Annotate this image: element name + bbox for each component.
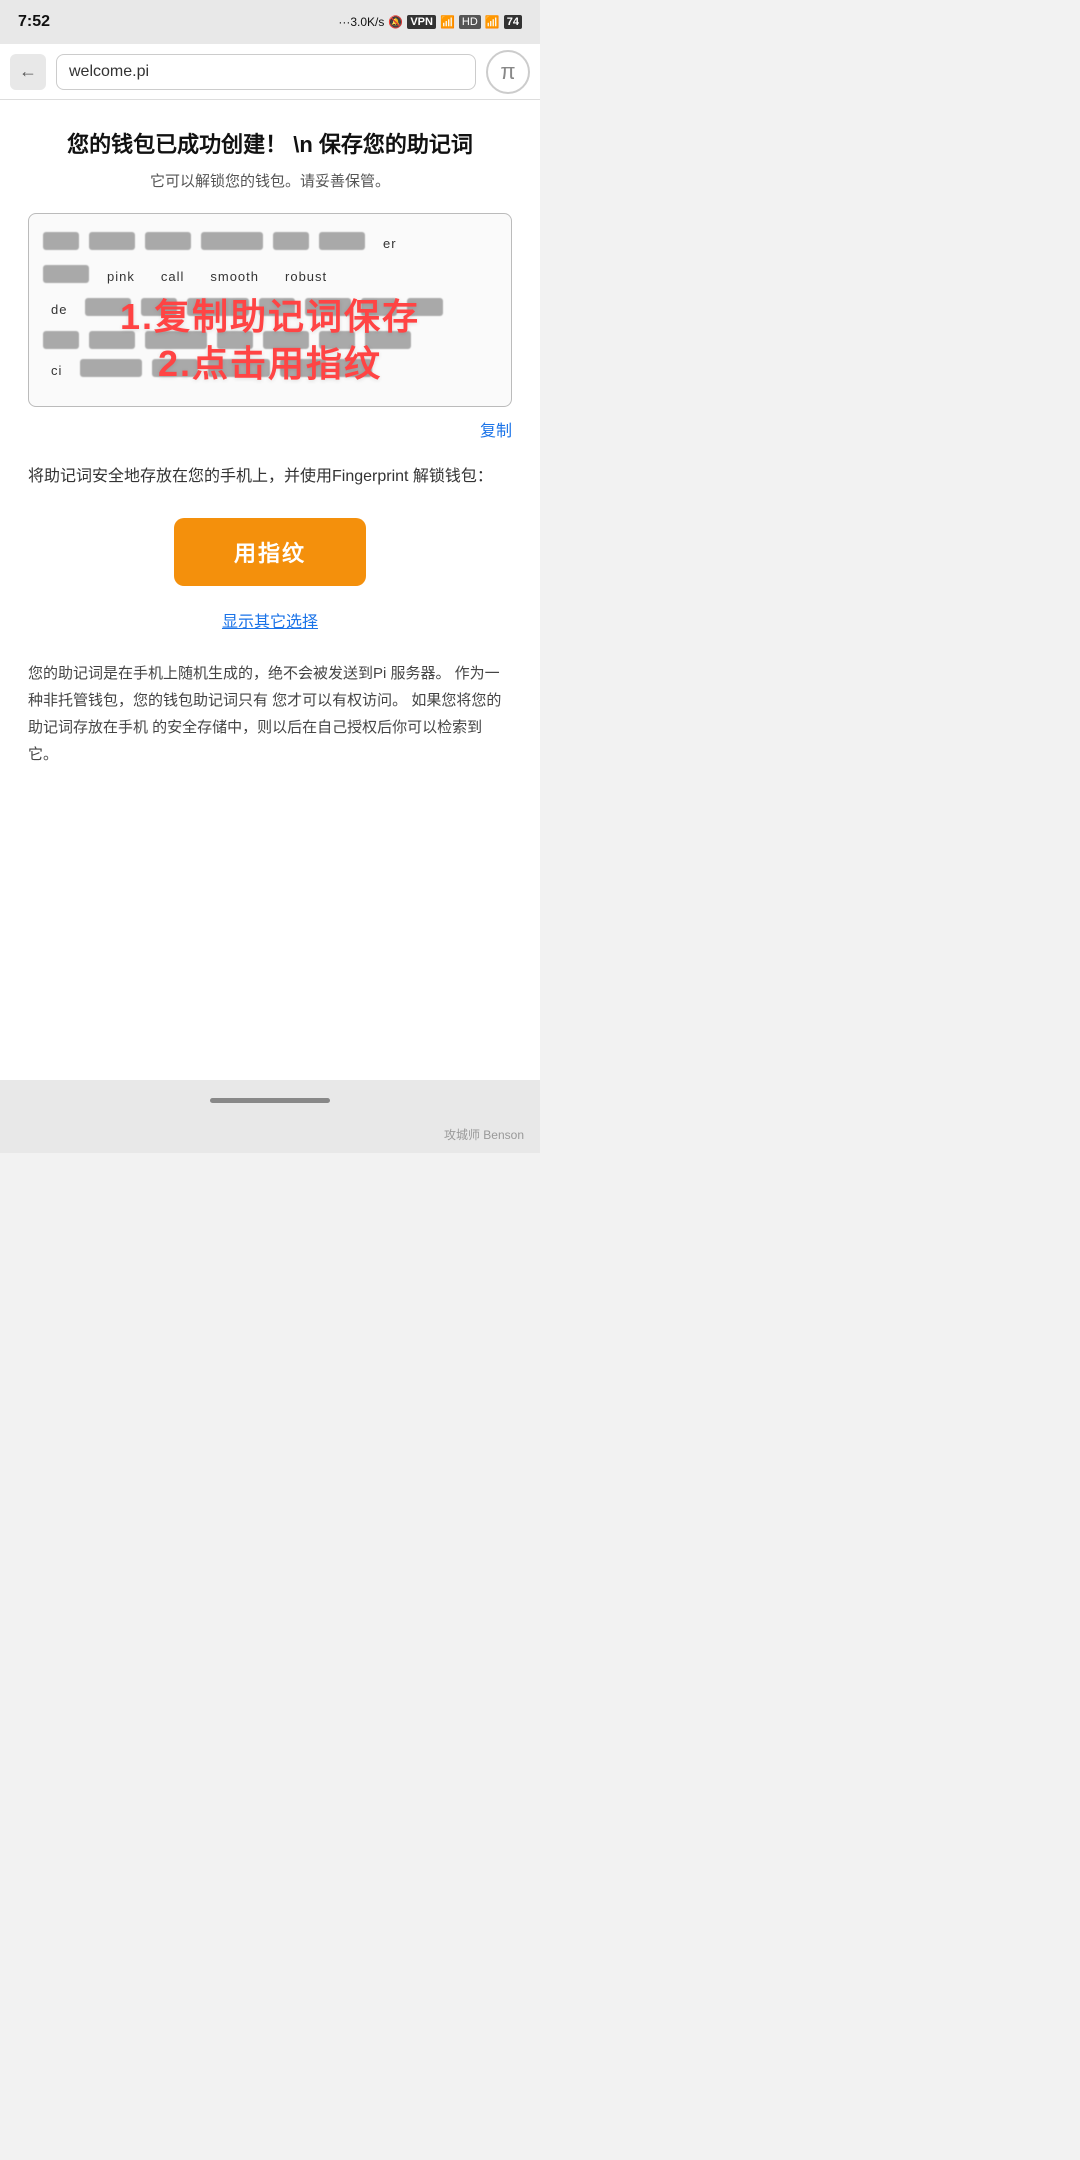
- mnemonic-blurred-17: [145, 331, 207, 349]
- mnemonic-blurred-8: [85, 298, 131, 316]
- mnemonic-blurred-20: [319, 331, 355, 349]
- mnemonic-blurred-12: [305, 298, 351, 316]
- back-button[interactable]: ←: [10, 54, 46, 90]
- network-speed: ···3.0K/s: [338, 15, 384, 29]
- mnemonic-row-2: pink call smooth robust: [43, 265, 497, 288]
- mnemonic-blurred-1: [43, 232, 79, 250]
- mnemonic-blurred-18: [217, 331, 253, 349]
- mnemonic-word-de: de: [43, 298, 75, 321]
- mnemonic-blurred-23: [152, 359, 198, 377]
- mnemonic-blurred-19: [263, 331, 309, 349]
- signal2-icon: 📶: [485, 15, 500, 29]
- mnemonic-blurred-16: [89, 331, 135, 349]
- mnemonic-blurred-3: [145, 232, 191, 250]
- hd-badge: HD: [459, 15, 481, 29]
- fingerprint-button-wrap: 用指纹: [28, 518, 512, 586]
- mnemonic-blurred-21: [365, 331, 411, 349]
- browser-bar: ← welcome.pi π: [0, 44, 540, 100]
- watermark: 攻城师 Benson: [0, 1120, 540, 1153]
- home-indicator: [210, 1098, 330, 1103]
- wallet-subtitle: 它可以解锁您的钱包。请妥善保管。: [28, 170, 512, 191]
- mnemonic-word-robust: robust: [277, 265, 335, 288]
- mnemonic-blurred-7: [43, 265, 89, 283]
- page-content: 您的钱包已成功创建！ \n 保存您的助记词 它可以解锁您的钱包。请妥善保管。 e…: [0, 100, 540, 1080]
- mnemonic-word-er: er: [375, 232, 405, 255]
- mnemonic-word-ci: ci: [43, 359, 70, 382]
- url-text: welcome.pi: [69, 63, 149, 81]
- mnemonic-blurred-24: [208, 359, 270, 377]
- back-arrow-icon: ←: [19, 61, 37, 82]
- status-right: ···3.0K/s 🔕 VPN 📶 HD 📶 74: [338, 15, 522, 29]
- mnemonic-blurred-15: [43, 331, 79, 349]
- mnemonic-blurred-11: [259, 298, 295, 316]
- mnemonic-blurred-5: [273, 232, 309, 250]
- mnemonic-blurred-2: [89, 232, 135, 250]
- mnemonic-row-5: ci: [43, 359, 497, 382]
- mnemonic-blurred-14: [407, 298, 443, 316]
- copy-button[interactable]: 复制: [480, 423, 512, 440]
- mnemonic-word-call: call: [153, 265, 193, 288]
- status-bar: 7:52 ···3.0K/s 🔕 VPN 📶 HD 📶 74: [0, 0, 540, 44]
- mnemonic-row-1: er: [43, 232, 497, 255]
- mnemonic-blurred-25: [280, 359, 326, 377]
- mnemonic-blurred-9: [141, 298, 177, 316]
- mute-icon: 🔕: [388, 15, 403, 29]
- url-bar[interactable]: welcome.pi: [56, 54, 476, 90]
- pi-logo-button[interactable]: π: [486, 50, 530, 94]
- mnemonic-blurred-13: [361, 298, 397, 316]
- pi-symbol-icon: π: [500, 59, 515, 85]
- fingerprint-description: 将助记词安全地存放在您的手机上，并使用Fingerprint 解锁钱包：: [28, 463, 512, 490]
- battery-level: 74: [504, 15, 522, 29]
- mnemonic-blurred-22: [80, 359, 142, 377]
- mnemonic-blurred-6: [319, 232, 365, 250]
- mnemonic-blurred-10: [187, 298, 249, 316]
- copy-link-area: 复制: [28, 417, 512, 441]
- fingerprint-button[interactable]: 用指纹: [174, 518, 366, 586]
- home-indicator-bar: [0, 1080, 540, 1120]
- watermark-text: 攻城师 Benson: [444, 1128, 524, 1142]
- wallet-created-title: 您的钱包已成功创建！ \n 保存您的助记词: [28, 130, 512, 160]
- mnemonic-word-pink: pink: [99, 265, 143, 288]
- show-options-link[interactable]: 显示其它选择: [222, 614, 318, 631]
- show-options-area: 显示其它选择: [28, 608, 512, 632]
- signal1-icon: 📶: [440, 15, 455, 29]
- mnemonic-word-smooth: smooth: [202, 265, 267, 288]
- mnemonic-blurred-4: [201, 232, 263, 250]
- bottom-note: 您的助记词是在手机上随机生成的，绝不会被发送到Pi 服务器。 作为一种非托管钱包…: [28, 660, 512, 768]
- mnemonic-box: er pink call smooth robust de: [28, 213, 512, 407]
- mnemonic-row-4: [43, 331, 497, 349]
- status-time: 7:52: [18, 13, 50, 31]
- mnemonic-blurred-26: [336, 359, 372, 377]
- vpn-badge: VPN: [407, 15, 436, 29]
- mnemonic-row-3: de: [43, 298, 497, 321]
